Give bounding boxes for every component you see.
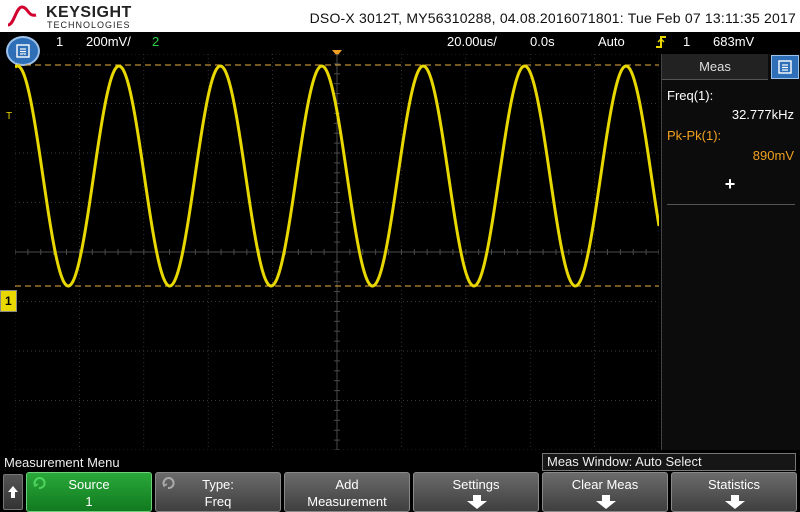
status-bar: 1 200mV/ 2 20.00us/ 0.0s Auto 1 683mV: [0, 32, 800, 52]
ch2-number[interactable]: 2: [152, 34, 159, 49]
clear-meas-softkey[interactable]: Clear Meas: [542, 472, 668, 512]
submenu-arrow-icon: [596, 495, 616, 509]
submenu-arrow-icon: [467, 495, 487, 509]
trigger-source[interactable]: 1: [683, 34, 690, 49]
menu-title: Measurement Menu: [4, 455, 120, 470]
add-softkey-label: Add: [335, 477, 359, 492]
panel-divider: [667, 204, 795, 205]
statistics-softkey[interactable]: Statistics: [671, 472, 797, 512]
pkpk-value: 890mV: [752, 148, 794, 163]
brand-subtitle: TECHNOLOGIES: [47, 20, 131, 30]
pkpk-label: Pk-Pk(1):: [667, 128, 722, 143]
title-bar: KEYSIGHT TECHNOLOGIES DSO-X 3012T, MY563…: [0, 0, 800, 32]
channel-1-ground-marker[interactable]: 1: [0, 290, 17, 312]
keysight-wave-icon: [7, 5, 37, 27]
ch1-scale[interactable]: 200mV/: [86, 34, 131, 49]
statistics-softkey-label: Statistics: [707, 477, 760, 492]
type-softkey-label: Type:: [202, 477, 234, 492]
type-softkey[interactable]: Type: Freq: [155, 472, 281, 512]
freq-label: Freq(1):: [667, 88, 714, 103]
add-measurement-plus[interactable]: +: [720, 174, 740, 195]
softkey-bar: Source 1 Type: Freq Add Measurement Sett…: [0, 472, 800, 512]
delay[interactable]: 0.0s: [530, 34, 555, 49]
submenu-arrow-icon: [725, 495, 745, 509]
waveform-display[interactable]: [15, 54, 659, 450]
add-softkey-label-2: Measurement: [307, 494, 387, 509]
up-arrow-icon: [8, 486, 18, 498]
measurement-side-panel: Meas Freq(1): 32.777kHz Pk-Pk(1): 890mV …: [661, 54, 800, 450]
trigger-level-marker[interactable]: T: [6, 111, 12, 122]
meas-window-status: Meas Window: Auto Select: [542, 453, 796, 471]
panel-list-icon: [778, 60, 792, 74]
add-measurement-softkey[interactable]: Add Measurement: [284, 472, 410, 512]
trigger-edge-icon: [656, 36, 666, 48]
source-softkey-label: Source: [68, 477, 110, 492]
ch1-number[interactable]: 1: [56, 34, 63, 49]
settings-softkey-label: Settings: [452, 477, 500, 492]
meas-tab[interactable]: Meas: [662, 54, 768, 80]
type-softkey-value: Freq: [204, 494, 232, 509]
keysight-logo: KEYSIGHT TECHNOLOGIES: [6, 3, 131, 30]
source-softkey-value: 1: [85, 494, 93, 509]
source-softkey[interactable]: Source 1: [26, 472, 152, 512]
trigger-level[interactable]: 683mV: [713, 34, 754, 49]
settings-softkey[interactable]: Settings: [413, 472, 539, 512]
timebase[interactable]: 20.00us/: [447, 34, 497, 49]
channel-1-marker-label: 1: [5, 294, 12, 308]
trigger-mode[interactable]: Auto: [598, 34, 625, 49]
back-button[interactable]: [3, 474, 23, 510]
device-info: DSO-X 3012T, MY56310288, 04.08.201607180…: [309, 10, 796, 26]
panel-menu-button[interactable]: [771, 55, 799, 79]
clear-meas-softkey-label: Clear Meas: [571, 477, 639, 492]
freq-value: 32.777kHz: [731, 107, 794, 122]
